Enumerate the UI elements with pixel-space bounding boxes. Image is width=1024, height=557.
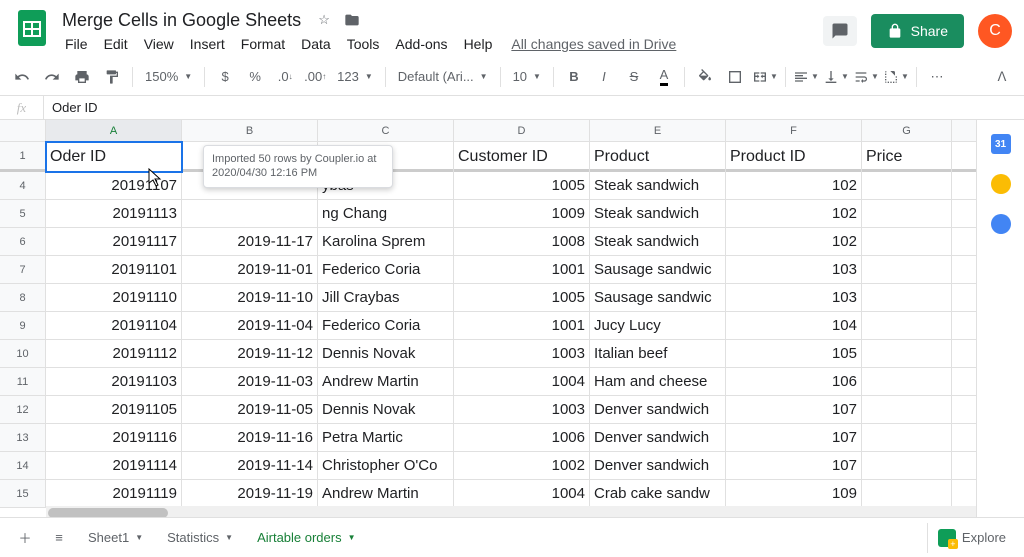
col-header-d[interactable]: D (454, 120, 590, 141)
strikethrough-button[interactable]: S (620, 64, 648, 90)
increase-decimal-button[interactable]: .00↑ (301, 64, 329, 90)
cell-a1[interactable]: Oder ID (46, 142, 182, 172)
tab-sheet1[interactable]: Sheet1▼ (76, 523, 155, 553)
keep-icon[interactable] (991, 174, 1011, 194)
collapse-toolbar-button[interactable]: ᐱ (988, 64, 1016, 90)
col-header-e[interactable]: E (590, 120, 726, 141)
document-title[interactable]: Merge Cells in Google Sheets (58, 9, 305, 32)
table-row[interactable]: 9201911042019-11-04Federico Coria1001Juc… (0, 312, 976, 340)
menu-insert[interactable]: Insert (183, 34, 232, 54)
move-icon[interactable] (343, 11, 361, 29)
text-color-button[interactable]: A (650, 64, 678, 90)
table-row[interactable]: 11201911032019-11-03Andrew Martin1004Ham… (0, 368, 976, 396)
row-header[interactable]: 14 (0, 452, 46, 479)
font-dropdown[interactable]: Default (Ari...▼ (392, 64, 494, 90)
save-status[interactable]: All changes saved in Drive (511, 36, 676, 52)
col-header-b[interactable]: B (182, 120, 318, 141)
menu-view[interactable]: View (137, 34, 181, 54)
tasks-icon[interactable] (991, 214, 1011, 234)
row-header[interactable]: 6 (0, 228, 46, 255)
row-header[interactable]: 15 (0, 480, 46, 507)
share-button[interactable]: Share (871, 14, 964, 48)
number-format-dropdown[interactable]: 123▼ (331, 64, 379, 90)
row-header[interactable]: 13 (0, 424, 46, 451)
share-label: Share (911, 23, 948, 39)
comments-button[interactable] (823, 16, 857, 46)
table-row[interactable]: 10201911122019-11-12Dennis Novak1003Ital… (0, 340, 976, 368)
calendar-icon[interactable]: 31 (991, 134, 1011, 154)
row-header[interactable]: 10 (0, 340, 46, 367)
more-button[interactable]: ⋯ (923, 64, 951, 90)
add-sheet-button[interactable]: ＋ (8, 523, 42, 553)
menu-addons[interactable]: Add-ons (388, 34, 454, 54)
tab-statistics[interactable]: Statistics▼ (155, 523, 245, 553)
borders-button[interactable] (721, 64, 749, 90)
menu-tools[interactable]: Tools (340, 34, 387, 54)
menu-help[interactable]: Help (457, 34, 500, 54)
col-header-a[interactable]: A (46, 120, 182, 141)
zoom-dropdown[interactable]: 150%▼ (139, 64, 198, 90)
rotate-button[interactable]: ▼ (882, 64, 910, 90)
wrap-button[interactable]: ▼ (852, 64, 880, 90)
table-row[interactable]: 12201911052019-11-05Dennis Novak1003Denv… (0, 396, 976, 424)
currency-button[interactable]: $ (211, 64, 239, 90)
row-header[interactable]: 7 (0, 256, 46, 283)
table-row[interactable]: 7201911012019-11-01Federico Coria1001Sau… (0, 256, 976, 284)
row-header[interactable]: 1 (0, 142, 46, 169)
menu-edit[interactable]: Edit (97, 34, 135, 54)
toolbar: 150%▼ $ % .0↓ .00↑ 123▼ Default (Ari...▼… (0, 58, 1024, 96)
row-header[interactable]: 9 (0, 312, 46, 339)
col-header-c[interactable]: C (318, 120, 454, 141)
table-row[interactable]: 420191107ybas1005Steak sandwich102 (0, 172, 976, 200)
star-icon[interactable]: ☆ (315, 11, 333, 29)
explore-button[interactable]: Explore (927, 523, 1016, 553)
all-sheets-button[interactable]: ≡ (42, 523, 76, 553)
redo-button[interactable] (38, 64, 66, 90)
table-row[interactable]: 520191113ng Chang1009Steak sandwich102 (0, 200, 976, 228)
font-size-dropdown[interactable]: 10▼ (507, 64, 547, 90)
account-avatar[interactable]: C (978, 14, 1012, 48)
fx-label: fx (0, 96, 44, 119)
h-align-button[interactable]: ▼ (792, 64, 820, 90)
row-header[interactable]: 5 (0, 200, 46, 227)
frozen-row[interactable]: 1 Oder ID her name Customer ID Product P… (0, 142, 976, 172)
menu-format[interactable]: Format (234, 34, 292, 54)
row-header[interactable]: 8 (0, 284, 46, 311)
tab-airtable-orders[interactable]: Airtable orders▼ (245, 523, 367, 553)
table-row[interactable]: 13201911162019-11-16Petra Martic1006Denv… (0, 424, 976, 452)
table-row[interactable]: 6201911172019-11-17Karolina Sprem1008Ste… (0, 228, 976, 256)
sheets-logo-icon[interactable] (12, 8, 52, 48)
formula-bar[interactable]: Oder ID (44, 100, 98, 115)
print-button[interactable] (68, 64, 96, 90)
decrease-decimal-button[interactable]: .0↓ (271, 64, 299, 90)
col-header-g[interactable]: G (862, 120, 952, 141)
bold-button[interactable]: B (560, 64, 588, 90)
explore-icon (938, 529, 956, 547)
side-panel: 31 (976, 120, 1024, 520)
paint-format-button[interactable] (98, 64, 126, 90)
table-row[interactable]: 15201911192019-11-19Andrew Martin1004Cra… (0, 480, 976, 508)
undo-button[interactable] (8, 64, 36, 90)
row-header[interactable]: 4 (0, 172, 46, 199)
spreadsheet-grid[interactable]: A B C D E F G 1 Oder ID her name Custome… (0, 120, 976, 520)
italic-button[interactable]: I (590, 64, 618, 90)
percent-button[interactable]: % (241, 64, 269, 90)
col-header-f[interactable]: F (726, 120, 862, 141)
select-all-corner[interactable] (0, 120, 46, 141)
menu-data[interactable]: Data (294, 34, 338, 54)
merge-button[interactable]: ▼ (751, 64, 779, 90)
v-align-button[interactable]: ▼ (822, 64, 850, 90)
row-header[interactable]: 11 (0, 368, 46, 395)
row-header[interactable]: 12 (0, 396, 46, 423)
fill-color-button[interactable] (691, 64, 719, 90)
table-row[interactable]: 14201911142019-11-14Christopher O'Co1002… (0, 452, 976, 480)
menu-file[interactable]: File (58, 34, 95, 54)
cell-note-tooltip: Imported 50 rows by Coupler.io at 2020/0… (203, 145, 393, 188)
table-row[interactable]: 8201911102019-11-10Jill Craybas1005Sausa… (0, 284, 976, 312)
